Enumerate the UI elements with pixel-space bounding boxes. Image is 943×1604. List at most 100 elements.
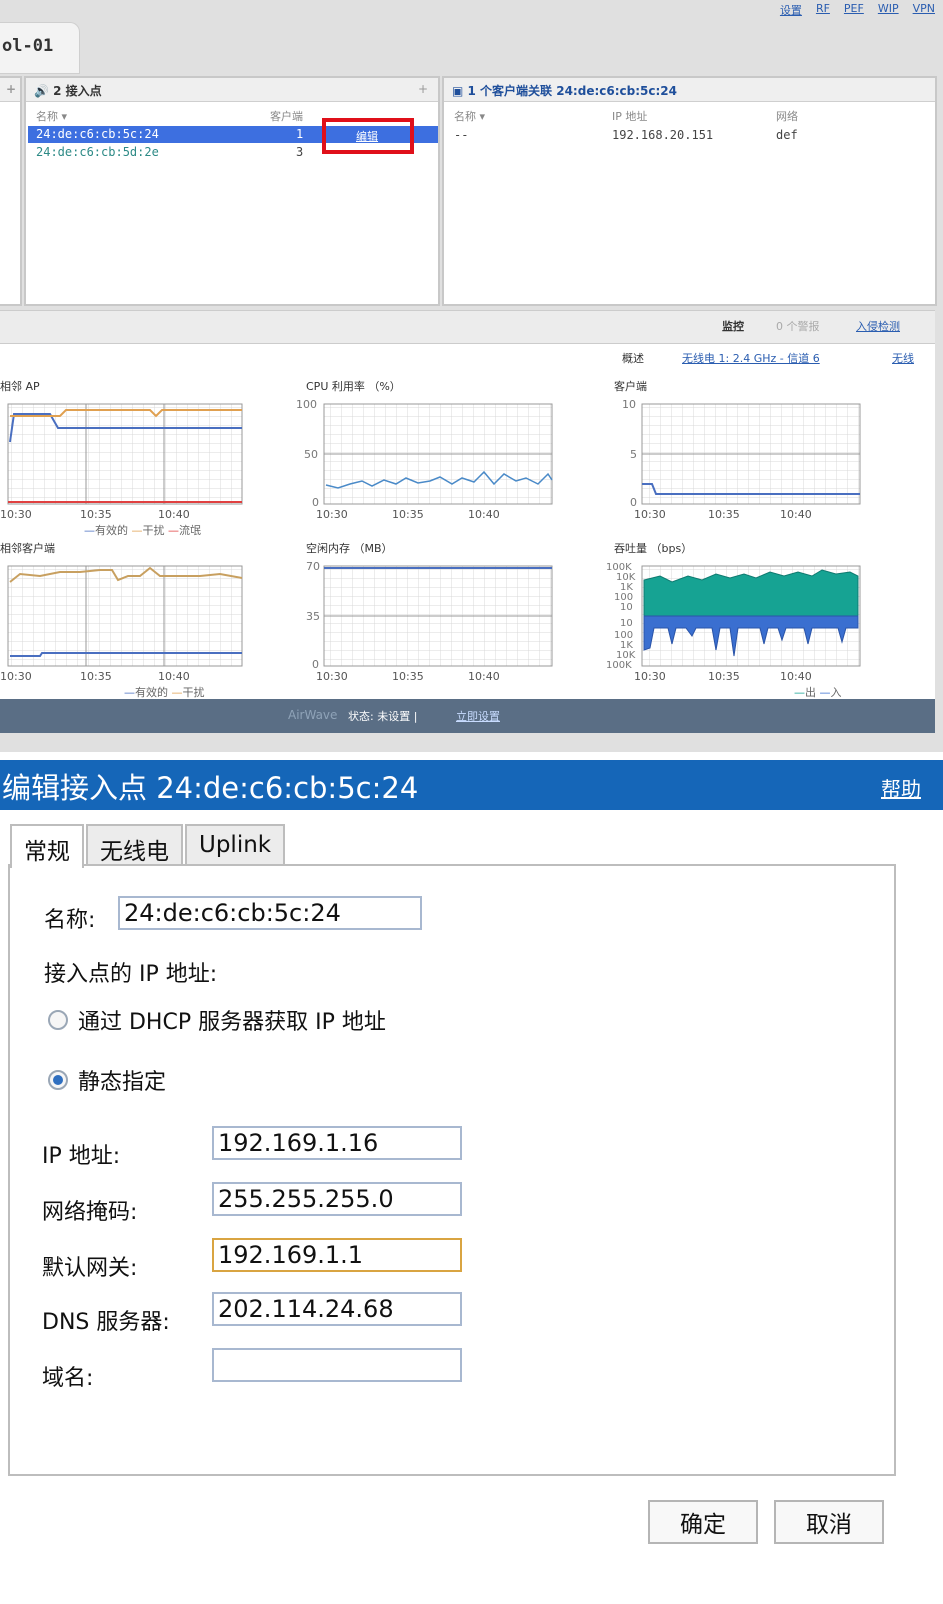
ap-row-name[interactable]: 24:de:c6:cb:5d:2e bbox=[36, 145, 159, 159]
edit-link[interactable]: 编辑 bbox=[356, 128, 378, 144]
tick-label: 10:35 bbox=[80, 670, 112, 683]
tick-label: 10:30 bbox=[0, 508, 32, 521]
tick-label: 10:40 bbox=[468, 508, 500, 521]
controller-screenshot: 设置 RF PEF WIP VPN ol-01 + 🔊 2 接入点 + 名称 ▾… bbox=[0, 0, 943, 752]
domain-field[interactable] bbox=[212, 1348, 462, 1382]
ip-section-label: 接入点的 IP 地址: bbox=[44, 962, 218, 987]
top-link-rf[interactable]: RF bbox=[816, 2, 830, 18]
tick-label: 10 bbox=[620, 618, 633, 629]
ap-row-clients: 3 bbox=[296, 145, 304, 159]
dialog-title: 编辑接入点 24:de:c6:cb:5c:24 bbox=[2, 771, 419, 805]
legend-interference: 干扰 bbox=[142, 524, 165, 537]
expand-icon[interactable]: + bbox=[418, 82, 428, 96]
legend-out: 出 bbox=[805, 686, 816, 699]
tick-label: 5 bbox=[630, 448, 637, 461]
ap-col-clients[interactable]: 客户端 bbox=[270, 108, 303, 124]
tick-label: 70 bbox=[306, 560, 320, 573]
gateway-field[interactable] bbox=[212, 1238, 462, 1272]
tick-label: 10:30 bbox=[634, 670, 666, 683]
ap-panel-title: 2 接入点 bbox=[53, 84, 102, 98]
name-field[interactable] bbox=[118, 896, 422, 930]
cancel-button[interactable]: 取消 bbox=[774, 1500, 884, 1544]
top-nav-links: 设置 RF PEF WIP VPN bbox=[780, 2, 935, 18]
legend-valid: 有效的 bbox=[95, 524, 128, 537]
setup-now-link[interactable]: 立即设置 bbox=[456, 708, 500, 724]
name-label: 名称: bbox=[44, 908, 96, 933]
ok-button[interactable]: 确定 bbox=[648, 1500, 758, 1544]
tab-general[interactable]: 常规 bbox=[10, 824, 84, 868]
monitor-bar: 监控 0 个警报 入侵检测 bbox=[0, 310, 935, 344]
tick-label: 10:40 bbox=[158, 670, 190, 683]
monitor-label[interactable]: 监控 bbox=[722, 318, 744, 334]
neighbor-ap-legend: —有效的 —干扰 —流氓 bbox=[84, 524, 201, 537]
left-panel-edge: + bbox=[0, 76, 22, 306]
tick-label: 50 bbox=[304, 448, 318, 461]
tick-label: 10:30 bbox=[316, 508, 348, 521]
client-row-name[interactable]: -- bbox=[454, 128, 468, 142]
dialog-title-bar: 编辑接入点 24:de:c6:cb:5c:24 帮助 bbox=[0, 760, 943, 810]
top-link-wip[interactable]: WIP bbox=[878, 2, 899, 18]
tick-label: 10:35 bbox=[392, 508, 424, 521]
edit-ap-dialog: 编辑接入点 24:de:c6:cb:5c:24 帮助 常规 无线电 Uplink… bbox=[0, 760, 943, 1604]
dialog-tabs: 常规 无线电 Uplink bbox=[10, 824, 287, 868]
tick-label: 10:35 bbox=[392, 670, 424, 683]
tick-label: 10:40 bbox=[158, 508, 190, 521]
ap-col-name[interactable]: 名称 ▾ bbox=[36, 108, 67, 124]
client-list-panel: ▣ 1 个客户端关联 24:de:c6:cb:5c:24 名称 ▾ IP 地址 … bbox=[442, 76, 937, 306]
tab-radio[interactable]: 无线电 bbox=[86, 824, 183, 866]
mask-field[interactable] bbox=[212, 1182, 462, 1216]
tick-label: 10 bbox=[622, 398, 636, 411]
ap-row-name[interactable]: 24:de:c6:cb:5c:24 bbox=[36, 127, 159, 141]
neighbor-client-legend: —有效的 —干扰 bbox=[124, 686, 205, 699]
tick-label: 10:35 bbox=[80, 508, 112, 521]
client-row-network: def bbox=[776, 128, 798, 142]
tick-label: 10 bbox=[620, 602, 633, 613]
ap-list-panel: 🔊 2 接入点 + 名称 ▾ 客户端 24:de:c6:cb:5c:24 1 编… bbox=[24, 76, 440, 306]
static-radio-label[interactable]: 静态指定 bbox=[78, 1064, 166, 1096]
tick-label: 10:40 bbox=[780, 670, 812, 683]
mask-label: 网络掩码: bbox=[42, 1200, 138, 1225]
legend-valid: 有效的 bbox=[135, 686, 168, 699]
tick-label: 10:35 bbox=[708, 670, 740, 683]
intrusion-link[interactable]: 入侵检测 bbox=[856, 318, 900, 334]
ip-label: IP 地址: bbox=[42, 1144, 121, 1169]
alarms-label[interactable]: 0 个警报 bbox=[776, 318, 820, 334]
tick-label: 100K bbox=[606, 660, 632, 671]
top-link-vpn[interactable]: VPN bbox=[913, 2, 935, 18]
tick-label: 10:30 bbox=[316, 670, 348, 683]
tick-label: 10:40 bbox=[468, 670, 500, 683]
dns-field[interactable] bbox=[212, 1292, 462, 1326]
controller-tab[interactable]: ol-01 bbox=[0, 22, 80, 74]
speaker-icon: 🔊 bbox=[34, 84, 49, 98]
tick-label: 100 bbox=[296, 398, 317, 411]
dns-label: DNS 服务器: bbox=[42, 1310, 170, 1335]
client-col-ip[interactable]: IP 地址 bbox=[612, 108, 647, 124]
top-link-pef[interactable]: PEF bbox=[844, 2, 864, 18]
top-link-settings[interactable]: 设置 bbox=[780, 2, 802, 18]
throughput-legend: —出 —入 bbox=[794, 686, 842, 699]
client-panel-header: ▣ 1 个客户端关联 24:de:c6:cb:5c:24 bbox=[444, 78, 935, 102]
dashboard: 概述 无线电 1: 2.4 GHz - 信道 6 无线 相邻 AP CPU 利用… bbox=[0, 344, 935, 699]
domain-label: 域名: bbox=[42, 1366, 94, 1391]
dhcp-radio[interactable] bbox=[48, 1010, 68, 1030]
status-bar: AirWave 状态: 未设置 | 立即设置 bbox=[0, 699, 935, 733]
legend-in: 入 bbox=[830, 686, 842, 699]
ap-row-clients: 1 bbox=[296, 127, 304, 141]
tick-label: 10:35 bbox=[708, 508, 740, 521]
airwave-logo: AirWave bbox=[288, 708, 338, 722]
tab-uplink[interactable]: Uplink bbox=[185, 824, 286, 866]
ip-field[interactable] bbox=[212, 1126, 462, 1160]
general-tab-panel: 名称: 接入点的 IP 地址: 通过 DHCP 服务器获取 IP 地址 静态指定… bbox=[8, 864, 896, 1476]
clients-icon: ▣ bbox=[452, 84, 464, 98]
static-radio[interactable] bbox=[48, 1070, 68, 1090]
client-panel-title: 1 个客户端关联 24:de:c6:cb:5c:24 bbox=[467, 84, 677, 98]
client-row-ip: 192.168.20.151 bbox=[612, 128, 714, 142]
left-panel-header: + bbox=[0, 78, 20, 102]
client-col-name[interactable]: 名称 ▾ bbox=[454, 108, 485, 124]
legend-interference: 干扰 bbox=[182, 686, 205, 699]
tick-label: 35 bbox=[306, 610, 320, 623]
dhcp-radio-label[interactable]: 通过 DHCP 服务器获取 IP 地址 bbox=[78, 1004, 386, 1036]
help-link[interactable]: 帮助 bbox=[881, 773, 921, 802]
ap-panel-header: 🔊 2 接入点 + bbox=[26, 78, 438, 102]
client-col-network[interactable]: 网络 bbox=[776, 108, 798, 124]
